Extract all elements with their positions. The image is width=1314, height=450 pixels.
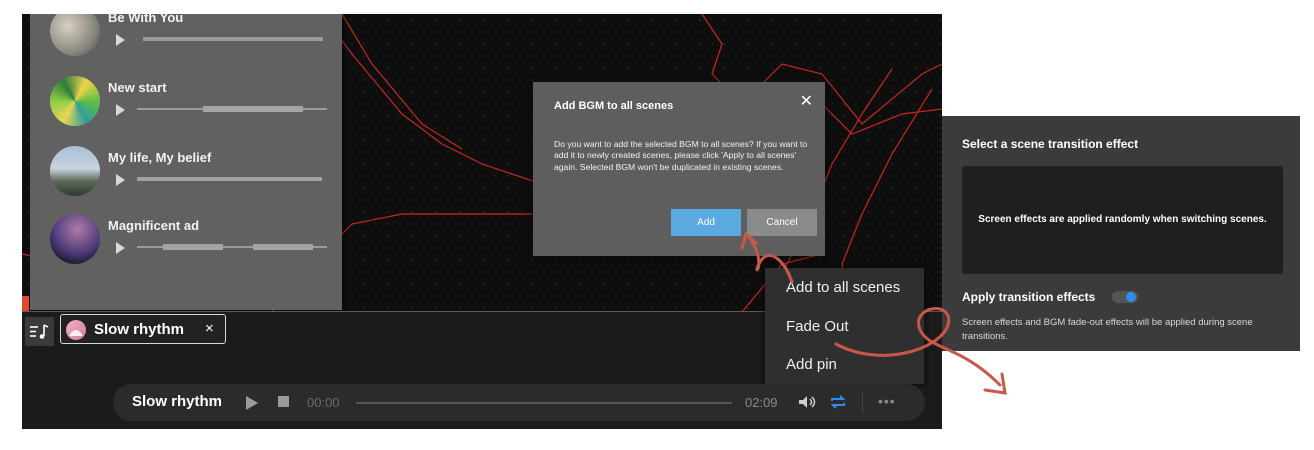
video-editor: Be With You New start My life, My belief… (22, 14, 942, 429)
player-title: Slow rhythm (132, 393, 223, 410)
cancel-button[interactable]: Cancel (747, 209, 817, 236)
repeat-icon[interactable] (829, 394, 847, 410)
close-icon[interactable]: × (205, 320, 214, 337)
annotation-arrowhead (983, 372, 1007, 395)
music-thumbnail (50, 146, 100, 196)
scene-edge-marker (22, 296, 29, 312)
music-item[interactable]: Be With You (50, 14, 330, 62)
music-title: Magnificent ad (108, 218, 200, 233)
bgm-chip-label: Slow rhythm (94, 321, 185, 338)
music-thumbnail (50, 76, 100, 126)
stop-icon[interactable] (278, 396, 289, 407)
play-icon[interactable] (116, 34, 125, 46)
music-thumbnail (50, 14, 100, 56)
music-item[interactable]: New start (50, 76, 330, 132)
bgm-chip[interactable]: Slow rhythm × (60, 314, 226, 344)
more-options-icon[interactable]: ••• (878, 393, 896, 409)
panel-title: Select a scene transition effect (962, 137, 1139, 151)
volume-icon[interactable] (797, 394, 817, 410)
music-item[interactable]: My life, My belief (50, 146, 330, 202)
waveform (136, 37, 323, 41)
play-icon[interactable] (246, 396, 258, 410)
bgm-player: Slow rhythm 00:00 02:09 ••• (113, 384, 925, 421)
menu-item-fade-out[interactable]: Fade Out (786, 318, 849, 335)
scene-transition-panel: Select a scene transition effect Screen … (942, 116, 1300, 351)
music-title: New start (108, 80, 167, 95)
effect-description: Screen effects are applied randomly when… (978, 214, 1267, 225)
bgm-music-list: Be With You New start My life, My belief… (30, 14, 342, 310)
dialog-title: Add BGM to all scenes (554, 100, 674, 112)
menu-item-add-pin[interactable]: Add pin (786, 356, 837, 373)
apply-transition-description: Screen effects and BGM fade-out effects … (962, 317, 1253, 342)
music-title: My life, My belief (108, 150, 212, 165)
current-time: 00:00 (307, 395, 340, 410)
apply-transition-toggle[interactable] (1112, 291, 1138, 303)
close-icon[interactable]: ✕ (800, 94, 813, 110)
dialog-message: Do you want to add the selected BGM to a… (554, 139, 808, 172)
total-time: 02:09 (745, 395, 778, 410)
waveform (137, 244, 327, 250)
bgm-avatar (66, 320, 86, 340)
music-list-toggle-button[interactable] (25, 317, 54, 346)
apply-transition-label: Apply transition effects (962, 290, 1096, 304)
menu-item-add-to-all-scenes[interactable]: Add to all scenes (786, 279, 900, 296)
progress-bar[interactable] (356, 402, 732, 404)
transition-effect-preview[interactable]: Screen effects are applied randomly when… (962, 166, 1283, 274)
waveform (137, 177, 322, 181)
music-list-icon (30, 324, 49, 339)
waveform (137, 106, 327, 112)
play-icon[interactable] (116, 242, 125, 254)
add-button[interactable]: Add (671, 209, 741, 236)
toggle-knob (1126, 292, 1136, 302)
music-item[interactable]: Magnificent ad (50, 214, 330, 270)
music-title: Be With You (108, 14, 184, 25)
play-icon[interactable] (116, 174, 125, 186)
add-bgm-dialog: Add BGM to all scenes ✕ Do you want to a… (533, 82, 825, 256)
separator (862, 392, 863, 413)
play-icon[interactable] (116, 104, 125, 116)
bgm-context-menu: Add to all scenes Fade Out Add pin (765, 268, 924, 384)
music-thumbnail (50, 214, 100, 264)
